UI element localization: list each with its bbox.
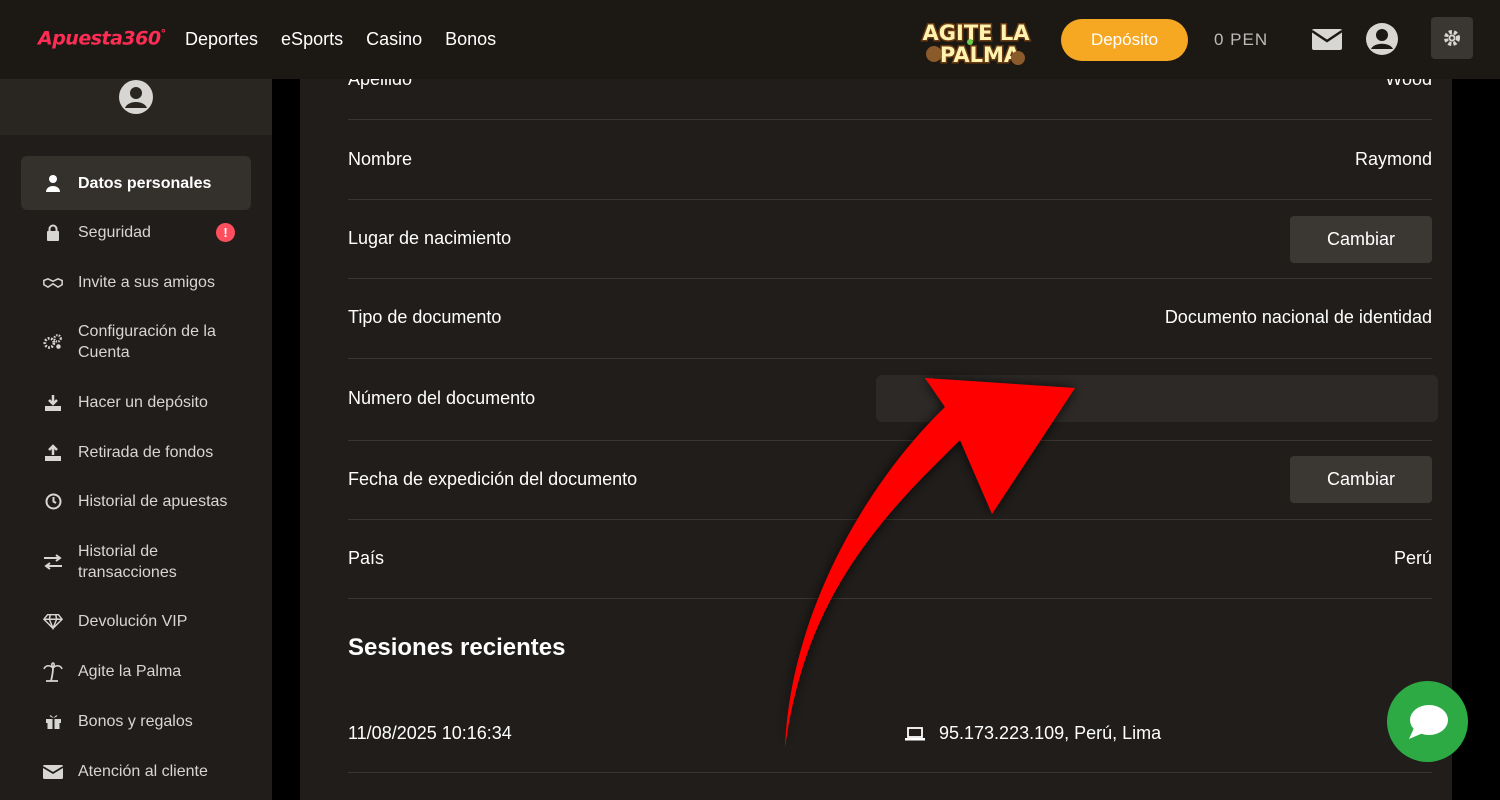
gear-icon	[1444, 30, 1460, 46]
row-nombre: Nombre Raymond	[348, 120, 1432, 200]
personal-data-panel: Apellido Wood Nombre Raymond Lugar de na…	[300, 69, 1452, 800]
field-value: Raymond	[1354, 149, 1432, 169]
row-numero-documento: Número del documento	[348, 359, 1438, 441]
sidebar-item-historial-transacciones[interactable]: Historial de transacciones	[21, 541, 251, 583]
main-nav: Deportes eSports Casino Bonos	[185, 29, 496, 50]
sidebar-item-label: Bonos y regalos	[78, 713, 193, 730]
gears-icon	[43, 333, 63, 351]
field-label: Número del documento	[348, 388, 536, 408]
field-label: Tipo de documento	[348, 307, 502, 327]
sidebar-item-invite[interactable]: Invite a sus amigos	[21, 272, 251, 293]
document-number-input[interactable]	[876, 375, 1438, 422]
nav-deportes[interactable]: Deportes	[185, 29, 258, 50]
sidebar-item-retirada[interactable]: Retirada de fondos	[21, 442, 251, 463]
user-icon	[43, 174, 63, 192]
sidebar-item-seguridad[interactable]: Seguridad !	[21, 222, 251, 243]
nav-casino[interactable]: Casino	[366, 29, 422, 50]
sidebar-item-label: Agite la Palma	[78, 663, 182, 680]
sidebar-profile	[0, 79, 272, 135]
deposit-button[interactable]: Depósito	[1061, 19, 1188, 61]
handshake-icon	[43, 275, 63, 291]
promo-logo-agite-la-palma[interactable]: AGITE LA PALMA	[920, 14, 1032, 69]
lock-icon	[43, 224, 63, 241]
sidebar-item-label: Historial de transacciones	[78, 543, 177, 581]
sidebar-item-label: Historial de apuestas	[78, 493, 228, 510]
sidebar-item-label: Atención al cliente	[78, 763, 208, 780]
clock-icon	[43, 493, 63, 510]
account-icon[interactable]	[1365, 22, 1399, 56]
sidebar-item-atencion-cliente[interactable]: Atención al cliente	[21, 761, 251, 782]
sidebar-item-agite-la-palma[interactable]: Agite la Palma	[21, 661, 251, 682]
field-value: Documento nacional de identidad	[1164, 307, 1432, 327]
nav-esports[interactable]: eSports	[281, 29, 343, 50]
chat-bubble-icon	[1408, 704, 1448, 739]
sidebar-item-label: Invite a sus amigos	[78, 274, 215, 291]
sidebar-item-label: Devolución VIP	[78, 613, 188, 630]
svg-text:PALMA: PALMA	[940, 43, 1021, 67]
messages-icon[interactable]	[1310, 22, 1344, 56]
row-pais: País Perú	[348, 520, 1432, 599]
palm-icon	[43, 661, 63, 682]
sidebar-item-label: Seguridad	[78, 224, 151, 241]
session-date: 11/08/2025 10:16:34	[348, 723, 512, 743]
nav-bonos[interactable]: Bonos	[445, 29, 496, 50]
upload-icon	[43, 443, 63, 462]
svg-text:AGITE LA: AGITE LA	[923, 21, 1031, 45]
mail-icon	[43, 764, 63, 780]
sidebar-item-historial-apuestas[interactable]: Historial de apuestas	[21, 491, 251, 512]
sidebar-item-configuracion[interactable]: Configuración de la Cuenta	[21, 321, 251, 363]
row-fecha-expedicion: Fecha de expedición del documento Cambia…	[348, 441, 1432, 520]
settings-button[interactable]	[1431, 17, 1473, 59]
field-label: País	[348, 548, 385, 568]
sidebar-item-devolucion-vip[interactable]: Devolución VIP	[21, 611, 251, 632]
field-label: Nombre	[348, 149, 413, 169]
sessions-title: Sesiones recientes	[348, 634, 566, 661]
sidebar-item-label: Datos personales	[78, 174, 212, 192]
brand-logo[interactable]: Apuesta360°	[38, 27, 166, 49]
live-chat-button[interactable]	[1387, 681, 1468, 762]
change-birthplace-button[interactable]: Cambiar	[1290, 216, 1432, 263]
avatar-icon	[119, 80, 153, 114]
field-label: Fecha de expedición del documento	[348, 469, 638, 489]
field-label: Lugar de nacimiento	[348, 228, 512, 248]
sidebar-item-deposito[interactable]: Hacer un depósito	[21, 392, 251, 413]
row-lugar-nacimiento: Lugar de nacimiento Cambiar	[348, 200, 1432, 279]
security-alert-badge: !	[216, 223, 235, 242]
session-ip-text: 95.173.223.109, Perú, Lima	[939, 723, 1162, 743]
balance-display[interactable]: 0 PEN	[1214, 30, 1268, 50]
sidebar-item-label: Retirada de fondos	[78, 444, 214, 461]
top-header: Apuesta360° Deportes eSports Casino Bono…	[0, 0, 1500, 79]
sidebar-item-label: Hacer un depósito	[78, 394, 208, 411]
row-tipo-documento: Tipo de documento Documento nacional de …	[348, 279, 1432, 359]
sidebar-item-datos-personales[interactable]: Datos personales	[21, 156, 251, 210]
laptop-icon	[905, 726, 925, 740]
change-issue-date-button[interactable]: Cambiar	[1290, 456, 1432, 503]
diamond-icon	[43, 613, 63, 630]
download-icon	[43, 394, 63, 412]
sidebar-item-label: Configuración de la Cuenta	[78, 323, 216, 361]
divider	[348, 772, 1432, 773]
sidebar-item-bonos-regalos[interactable]: Bonos y regalos	[21, 711, 251, 732]
gift-icon	[43, 713, 63, 730]
arrows-icon	[43, 554, 63, 570]
session-location: 95.173.223.109, Perú, Lima	[905, 723, 1161, 744]
field-value: Perú	[1393, 548, 1432, 568]
